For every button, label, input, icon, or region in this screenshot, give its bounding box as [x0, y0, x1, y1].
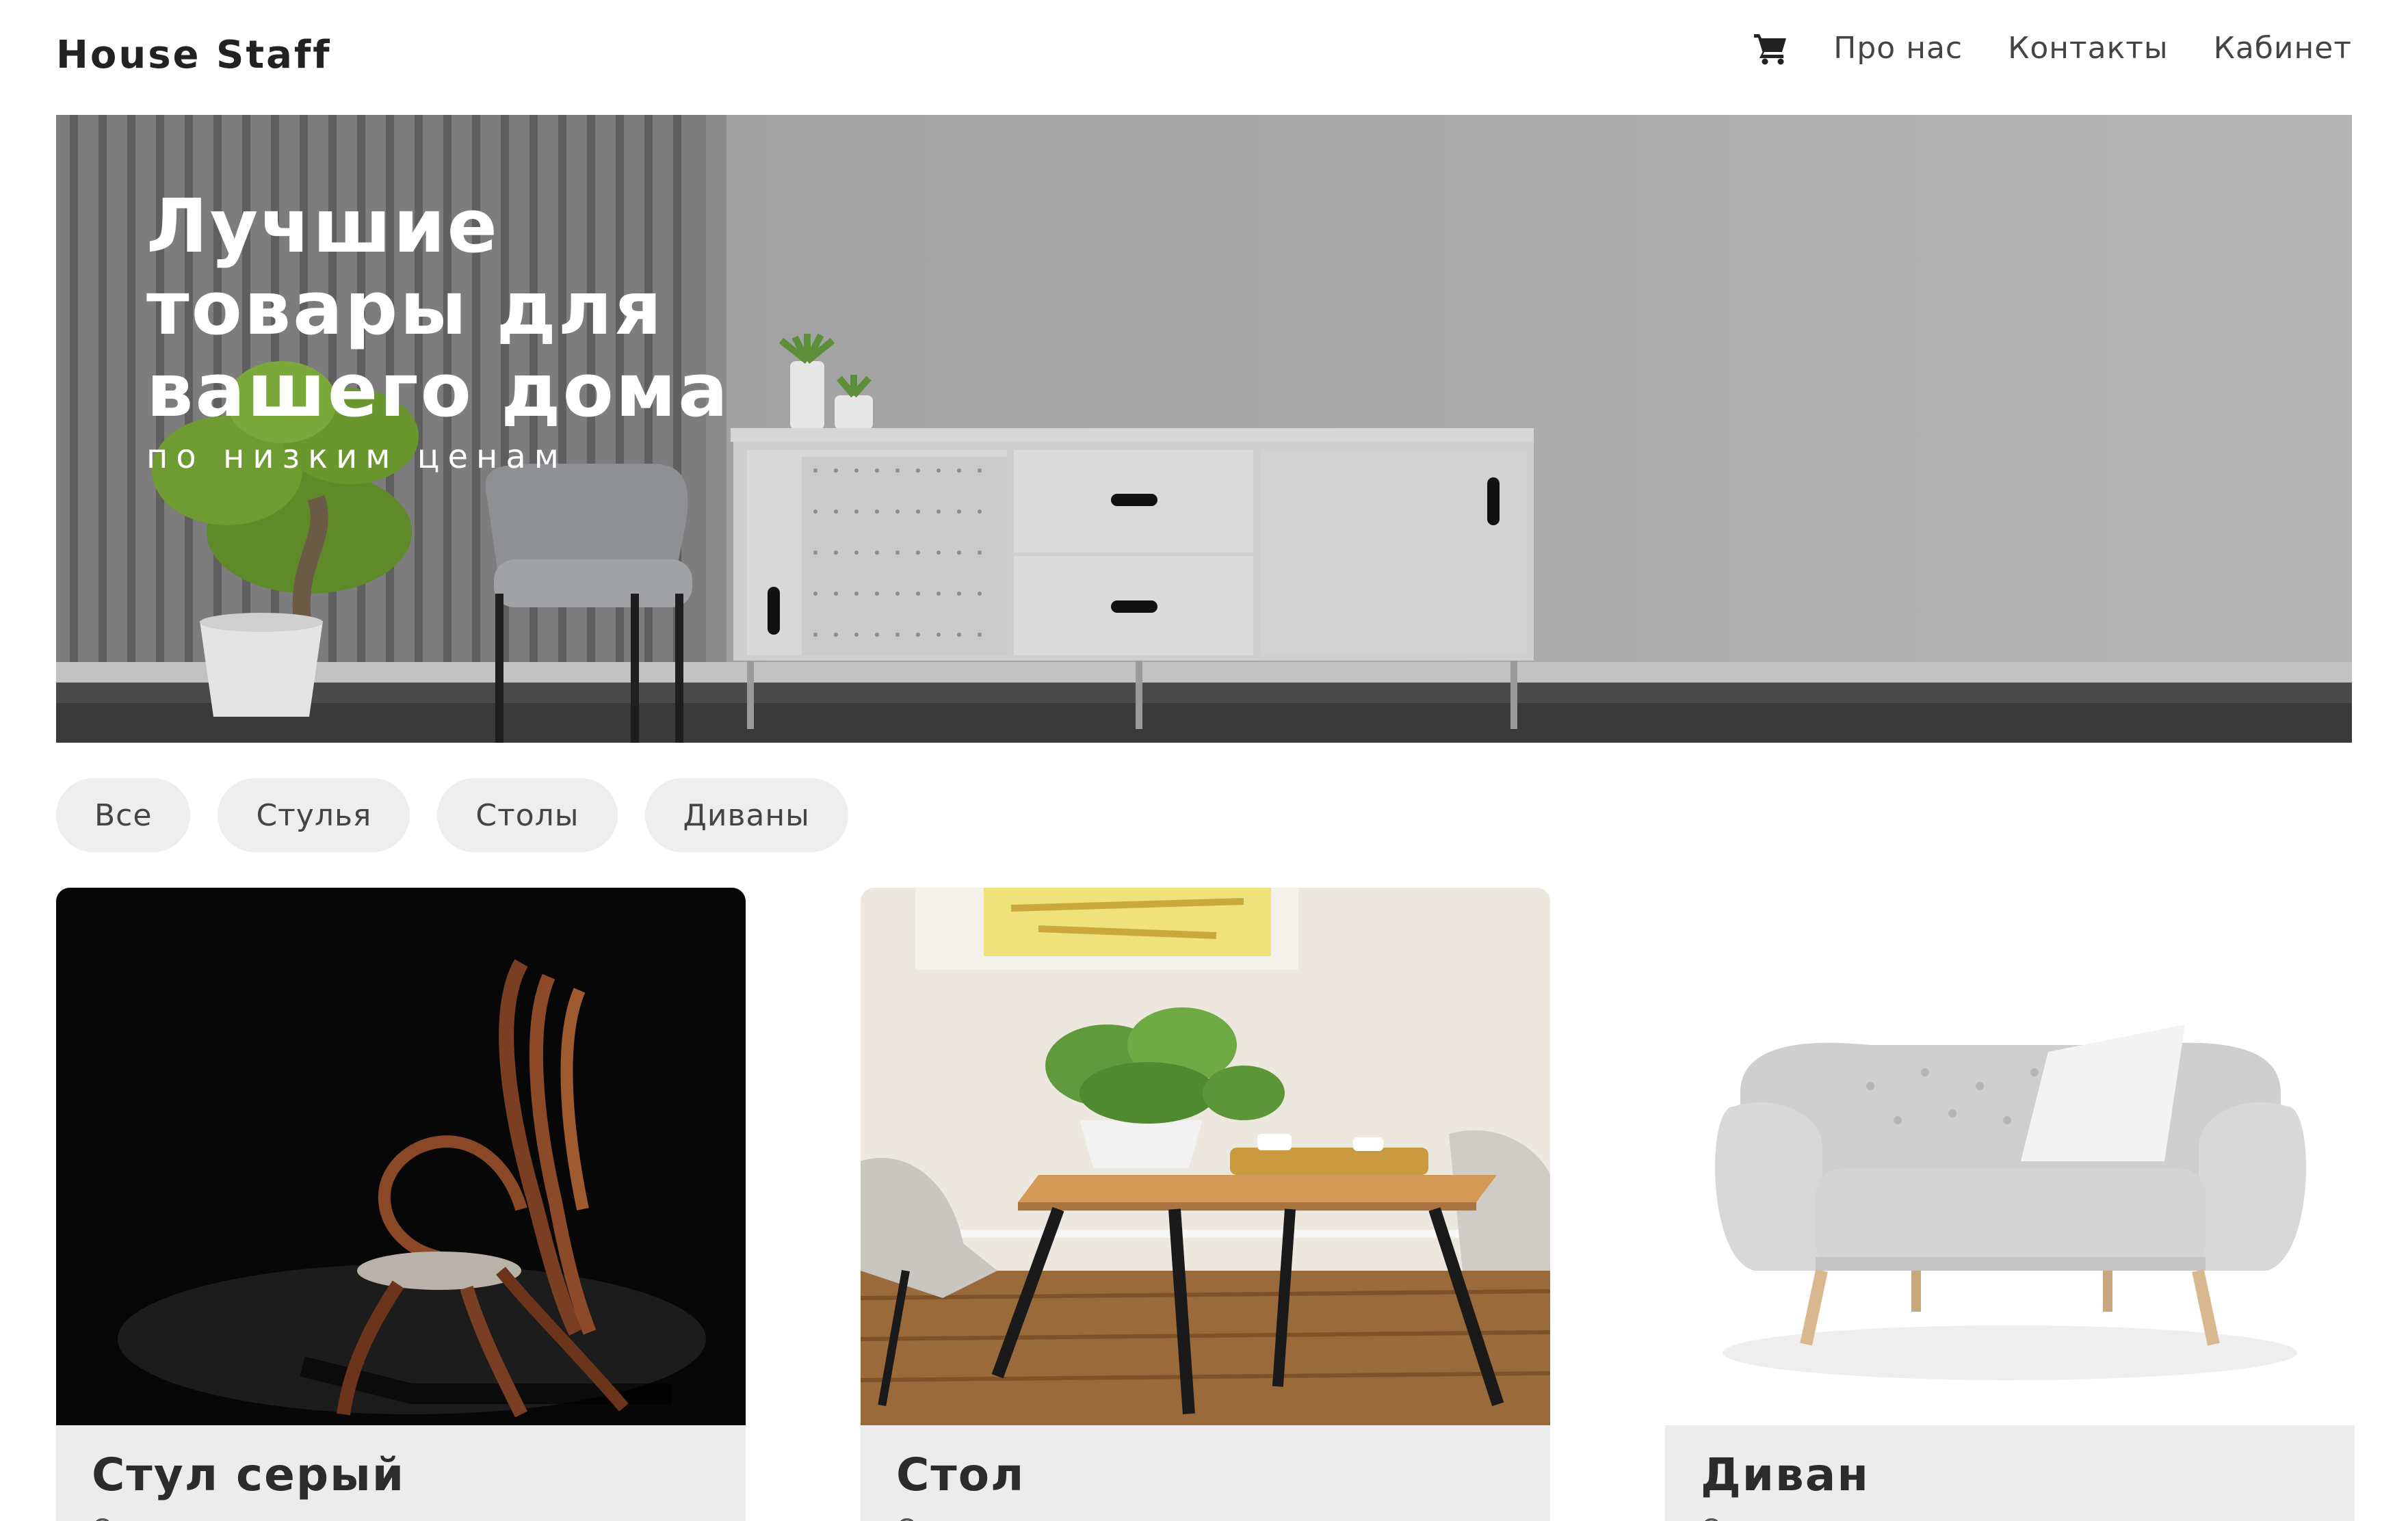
product-image-table[interactable]: [861, 888, 1550, 1425]
filter-chairs[interactable]: Стулья: [218, 778, 410, 852]
filter-sofas[interactable]: Диваны: [644, 778, 848, 852]
main-nav: Про нас Контакты Кабинет: [1753, 30, 2352, 66]
site-header: House Staff Про нас Контакты Кабинет: [0, 0, 2408, 115]
site-logo[interactable]: House Staff: [56, 33, 332, 77]
nav-contacts[interactable]: Контакты: [2008, 31, 2168, 66]
product-description: Описание лучшего товара на свете: [92, 1514, 606, 1521]
category-filters: Все Стулья Столы Диваны: [56, 778, 848, 852]
hero-subtitle: по низким ценам: [146, 438, 567, 476]
product-title[interactable]: Стол: [896, 1449, 1025, 1501]
product-description: Описание лучшего товара на свете: [1701, 1514, 2215, 1521]
cart-link[interactable]: [1753, 30, 1788, 66]
product-title[interactable]: Стул серый: [92, 1449, 405, 1501]
nav-about[interactable]: Про нас: [1833, 31, 1963, 66]
product-image-chair[interactable]: [56, 888, 746, 1425]
wooden-chair-photo: [56, 888, 746, 1425]
product-card[interactable]: Стул серый Описание лучшего товара на св…: [56, 888, 746, 1521]
product-card[interactable]: Диван Описание лучшего товара на свете: [1665, 888, 2355, 1521]
product-image-sofa[interactable]: [1665, 888, 2355, 1425]
shopping-cart-icon: [1754, 34, 1787, 65]
product-title[interactable]: Диван: [1701, 1449, 1870, 1501]
filter-tables[interactable]: Столы: [437, 778, 618, 852]
hero-title: Лучшие товары для вашего дома: [146, 184, 730, 434]
sofa-photo: [1665, 888, 2355, 1425]
filter-all[interactable]: Все: [56, 778, 191, 852]
dining-table-photo: [861, 888, 1550, 1425]
hero-banner: Лучшие товары для вашего дома по низким …: [56, 115, 2352, 743]
nav-cabinet[interactable]: Кабинет: [2214, 31, 2352, 66]
product-description: Описание лучшего товара на свете: [896, 1514, 1411, 1521]
product-card[interactable]: Стол Описание лучшего товара на свете: [861, 888, 1550, 1521]
